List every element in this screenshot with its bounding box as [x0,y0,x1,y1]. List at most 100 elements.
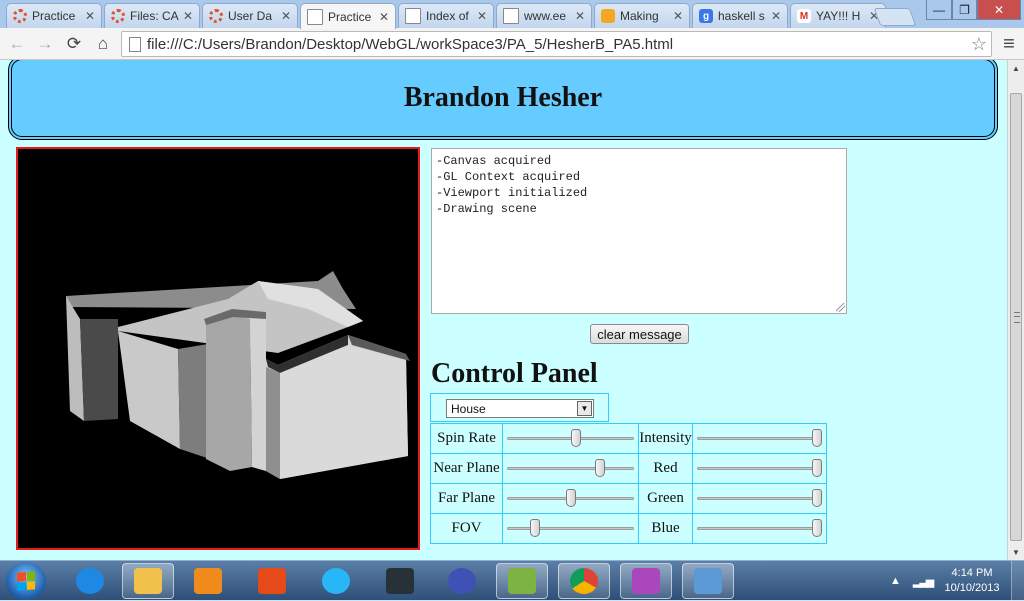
control-label: Far Plane [430,483,503,514]
taskbar-app-button[interactable] [64,563,116,599]
signal-icon[interactable]: ▂▃▅ [913,575,934,588]
model-select[interactable]: House ▼ [446,399,594,418]
vertical-scrollbar[interactable]: ▲ ▼ [1007,60,1024,560]
chrome-menu-button[interactable]: ≡ [998,33,1020,55]
taskbar-clock[interactable]: 4:14 PM 10/10/2013 [940,566,1004,596]
message-log[interactable]: -Canvas acquired -GL Context acquired -V… [431,148,847,314]
light-slider[interactable] [693,514,826,543]
browser-tab[interactable]: g haskell s ✕ [692,3,788,28]
dropdown-arrow-icon[interactable]: ▼ [577,401,592,416]
slider-thumb[interactable] [530,519,541,537]
close-window-button[interactable]: ✕ [977,0,1021,20]
close-tab-icon[interactable]: ✕ [379,10,389,24]
browser-tab[interactable]: Making ✕ [594,3,690,28]
webgl-canvas[interactable] [16,147,420,550]
slider-thumb[interactable] [565,489,576,507]
tray-expand-icon[interactable]: ▲ [890,575,901,587]
light-slider[interactable] [693,484,826,513]
new-tab-button[interactable] [873,8,917,26]
bookmark-star-icon[interactable]: ☆ [967,33,991,55]
close-tab-icon[interactable]: ✕ [85,9,95,23]
control-slider[interactable] [503,484,638,513]
windows-taskbar: ▲ ▂▃▅ 4:14 PM 10/10/2013 [0,560,1024,601]
control-row: Spin Rate Intensity [430,423,827,454]
address-bar[interactable]: file:///C:/Users/Brandon/Desktop/WebGL/w… [121,31,992,57]
control-label: Spin Rate [430,423,503,454]
file-explorer-icon [134,568,162,594]
chrome-icon [570,568,598,594]
minimize-button[interactable]: — [926,0,952,20]
paint-net-icon [258,568,286,594]
page-viewport: Brandon Hesher -Canvas acquired -GL Cont… [0,60,1007,560]
url-text[interactable]: file:///C:/Users/Brandon/Desktop/WebGL/w… [147,36,991,53]
face-icon [601,9,615,23]
scrollbar-thumb[interactable] [1010,93,1022,541]
slider-thumb[interactable] [571,429,582,447]
clock-date: 10/10/2013 [944,582,1000,594]
slider-thumb[interactable] [812,489,822,507]
control-slider[interactable] [503,454,638,483]
browser-tab[interactable]: User Da ✕ [202,3,298,28]
taskbar-app-button[interactable] [620,563,672,599]
log-line: -Canvas acquired [436,154,552,168]
scroll-up-arrow-icon[interactable]: ▲ [1008,60,1024,76]
close-tab-icon[interactable]: ✕ [673,9,683,23]
control-label: Near Plane [430,453,503,484]
light-slider[interactable] [693,454,826,483]
resize-grip-icon[interactable] [836,303,845,312]
maximize-button[interactable]: ❐ [952,0,977,20]
home-button[interactable]: ⌂ [92,33,114,55]
gmail-icon: M [797,9,811,23]
console-icon [386,568,414,594]
internet-explorer-icon [76,568,104,594]
close-tab-icon[interactable]: ✕ [183,9,193,23]
control-panel-title: Control Panel [431,358,598,389]
taskbar-app-button[interactable] [436,563,488,599]
close-tab-icon[interactable]: ✕ [575,9,585,23]
close-tab-icon[interactable]: ✕ [771,9,781,23]
scroll-down-arrow-icon[interactable]: ▼ [1008,544,1024,560]
taskbar-app-button[interactable] [682,563,734,599]
taskbar-app-button[interactable] [558,563,610,599]
clear-message-button[interactable]: clear message [590,324,689,344]
tab-label: Making [620,9,659,23]
tab-label: www.ee [524,9,567,23]
browser-tab[interactable]: www.ee ✕ [496,3,592,28]
control-slider[interactable] [503,514,638,543]
taskbar-app-button[interactable] [182,563,234,599]
control-slider[interactable] [503,424,638,453]
reload-button[interactable]: ⟳ [63,33,85,55]
start-button[interactable] [6,562,46,600]
page-header: Brandon Hesher [8,60,998,140]
control-row: FOV Blue [430,513,827,544]
slider-thumb[interactable] [812,459,822,477]
show-desktop-button[interactable] [1011,561,1024,601]
tab-label: Files: CA [130,9,179,23]
close-tab-icon[interactable]: ✕ [281,9,291,23]
forward-button[interactable]: → [34,33,56,55]
slider-thumb[interactable] [812,429,822,447]
page-icon [129,36,141,52]
control-label: Green [638,483,693,514]
close-tab-icon[interactable]: ✕ [477,9,487,23]
slider-thumb[interactable] [594,459,605,477]
tab-label: Practice [328,9,372,24]
browser-tab[interactable]: Index of ✕ [398,3,494,28]
browser-tab[interactable]: Files: CA ✕ [104,3,200,28]
taskbar-app-button[interactable] [374,563,426,599]
slider-thumb[interactable] [812,519,822,537]
taskbar-app-button[interactable] [310,563,362,599]
back-button[interactable]: ← [6,33,28,55]
taskbar-app-button[interactable] [246,563,298,599]
light-slider[interactable] [693,424,826,453]
eclipse-icon [448,568,476,594]
taskbar-app-button[interactable] [122,563,174,599]
control-label: Blue [638,513,693,544]
taskbar-app-button[interactable] [496,563,548,599]
browser-tab[interactable]: Practice ✕ [6,3,102,28]
browser-tab[interactable]: Practice ✕ [300,3,396,29]
browser-tab[interactable]: M YAY!!! H ✕ [790,3,886,28]
log-line: -Viewport initialized [436,186,588,200]
photo-viewer-icon [694,568,722,594]
page-icon [503,8,519,24]
